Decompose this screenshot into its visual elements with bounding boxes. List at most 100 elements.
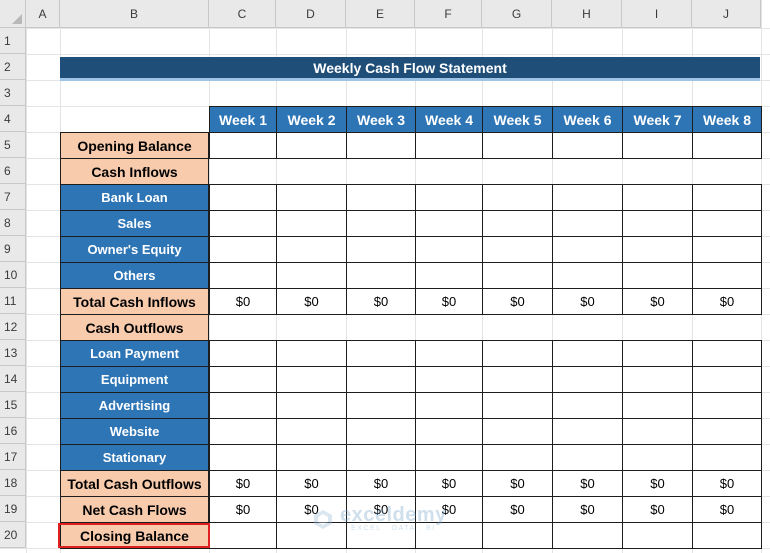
data-cell[interactable] [692, 418, 762, 445]
data-cell[interactable] [209, 262, 277, 289]
row-header[interactable]: 9 [0, 236, 26, 262]
data-cell[interactable] [415, 132, 483, 159]
data-cell[interactable]: $0 [482, 470, 553, 497]
column-header-i[interactable]: I [622, 0, 692, 28]
data-cell[interactable]: $0 [552, 470, 623, 497]
column-header-g[interactable]: G [482, 0, 552, 28]
row-label[interactable]: Total Cash Inflows [60, 288, 209, 315]
data-cell[interactable] [346, 132, 416, 159]
data-cell[interactable] [276, 340, 347, 367]
data-cell[interactable] [346, 262, 416, 289]
select-all-button[interactable] [0, 0, 26, 28]
data-cell[interactable] [209, 392, 277, 419]
row-header[interactable]: 6 [0, 158, 26, 184]
row-header[interactable]: 16 [0, 418, 26, 444]
data-cell[interactable] [552, 522, 623, 549]
data-cell[interactable] [552, 366, 623, 393]
data-cell[interactable]: $0 [415, 470, 483, 497]
row-header[interactable]: 15 [0, 392, 26, 418]
data-cell[interactable] [346, 366, 416, 393]
row-header[interactable]: 7 [0, 184, 26, 210]
data-cell[interactable] [415, 262, 483, 289]
data-cell[interactable] [482, 418, 553, 445]
row-header[interactable]: 11 [0, 288, 26, 314]
row-header[interactable]: 12 [0, 314, 26, 340]
data-cell[interactable]: $0 [482, 288, 553, 315]
column-header-a[interactable]: A [26, 0, 60, 28]
column-header-h[interactable]: H [552, 0, 622, 28]
data-cell[interactable] [622, 366, 693, 393]
row-label[interactable]: Owner's Equity [60, 236, 209, 263]
data-cell[interactable] [552, 418, 623, 445]
row-label[interactable]: Sales [60, 210, 209, 237]
row-label[interactable]: Opening Balance [60, 132, 209, 159]
data-cell[interactable] [552, 236, 623, 263]
data-cell[interactable]: $0 [622, 288, 693, 315]
data-cell[interactable] [622, 236, 693, 263]
row-label[interactable]: Stationary [60, 444, 209, 471]
data-cell[interactable] [415, 392, 483, 419]
data-cell[interactable] [276, 184, 347, 211]
data-cell[interactable]: $0 [209, 288, 277, 315]
data-cell[interactable] [415, 340, 483, 367]
data-cell[interactable] [692, 132, 762, 159]
data-cell[interactable] [482, 392, 553, 419]
data-cell[interactable] [346, 210, 416, 237]
row-label[interactable]: Others [60, 262, 209, 289]
row-header[interactable]: 8 [0, 210, 26, 236]
row-header[interactable]: 18 [0, 470, 26, 496]
data-cell[interactable] [209, 366, 277, 393]
data-cell[interactable] [622, 262, 693, 289]
data-cell[interactable]: $0 [552, 496, 623, 523]
row-header[interactable]: 5 [0, 132, 26, 158]
week-header-4[interactable]: Week 4 [415, 106, 483, 133]
column-header-c[interactable]: C [209, 0, 276, 28]
data-cell[interactable] [482, 184, 553, 211]
week-header-8[interactable]: Week 8 [692, 106, 762, 133]
data-cell[interactable] [552, 444, 623, 471]
data-cell[interactable] [622, 444, 693, 471]
row-header[interactable]: 14 [0, 366, 26, 392]
row-header[interactable]: 1 [0, 28, 26, 54]
data-cell[interactable] [209, 444, 277, 471]
data-cell[interactable] [692, 236, 762, 263]
row-header[interactable]: 17 [0, 444, 26, 470]
row-label[interactable]: Advertising [60, 392, 209, 419]
data-cell[interactable] [692, 366, 762, 393]
row-header[interactable]: 10 [0, 262, 26, 288]
data-cell[interactable]: $0 [692, 288, 762, 315]
data-cell[interactable] [276, 236, 347, 263]
data-cell[interactable] [209, 418, 277, 445]
data-cell[interactable]: $0 [482, 496, 553, 523]
data-cell[interactable] [346, 418, 416, 445]
row-label[interactable]: Cash Inflows [60, 158, 209, 185]
data-cell[interactable] [622, 184, 693, 211]
data-cell[interactable] [415, 184, 483, 211]
row-header[interactable]: 2 [0, 54, 26, 80]
data-cell[interactable] [209, 132, 277, 159]
column-header-e[interactable]: E [346, 0, 415, 28]
week-header-1[interactable]: Week 1 [209, 106, 277, 133]
data-cell[interactable] [276, 210, 347, 237]
data-cell[interactable] [276, 392, 347, 419]
data-cell[interactable] [622, 132, 693, 159]
row-header[interactable]: 4 [0, 106, 26, 132]
data-cell[interactable] [552, 184, 623, 211]
data-cell[interactable] [346, 184, 416, 211]
data-cell[interactable] [209, 184, 277, 211]
column-header-j[interactable]: J [692, 0, 761, 28]
data-cell[interactable] [692, 262, 762, 289]
data-cell[interactable] [346, 236, 416, 263]
data-cell[interactable] [692, 340, 762, 367]
week-header-3[interactable]: Week 3 [346, 106, 416, 133]
data-cell[interactable] [346, 392, 416, 419]
data-cell[interactable] [276, 444, 347, 471]
data-cell[interactable]: $0 [346, 470, 416, 497]
data-cell[interactable] [482, 262, 553, 289]
data-cell[interactable] [276, 418, 347, 445]
data-cell[interactable]: $0 [692, 496, 762, 523]
data-cell[interactable]: $0 [276, 470, 347, 497]
data-cell[interactable] [552, 392, 623, 419]
data-cell[interactable]: $0 [552, 288, 623, 315]
week-header-2[interactable]: Week 2 [276, 106, 347, 133]
